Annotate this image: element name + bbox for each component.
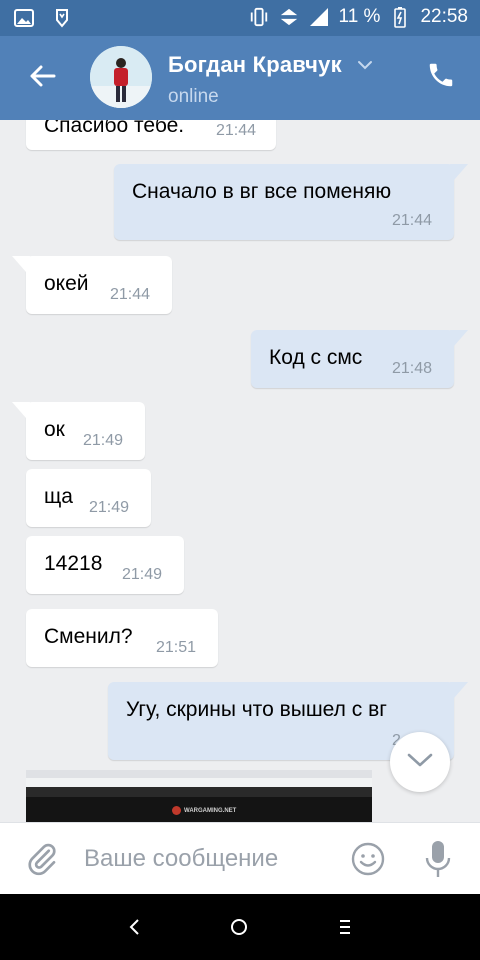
browser-address-bar: [26, 778, 372, 787]
message-time: 21:48: [392, 360, 433, 377]
message-text: 14218: [44, 552, 103, 575]
message-bubble-incoming[interactable]: ок 21:49: [26, 402, 145, 460]
wargaming-logo: WARGAMING.NET: [172, 806, 236, 815]
signal-icon: [309, 7, 329, 27]
message-time: 21:49: [83, 432, 124, 449]
attach-paperclip-icon[interactable]: [24, 841, 60, 877]
gallery-icon: [14, 8, 34, 28]
call-button[interactable]: [426, 60, 462, 96]
bubble-tail: [450, 164, 468, 180]
microphone-icon[interactable]: [420, 839, 456, 879]
message-text: окей: [44, 272, 89, 295]
message-composer: [0, 822, 480, 894]
battery-percent: 11 %: [338, 6, 381, 27]
vibrate-icon: [249, 7, 269, 27]
bubble-tail: [12, 402, 30, 418]
nav-menu-icon[interactable]: [332, 914, 358, 940]
message-time: 21:44: [216, 122, 257, 139]
message-text: Сначало в вг все поменяю: [132, 180, 392, 203]
status-time: 22:58: [420, 6, 468, 27]
bubble-tail: [450, 682, 468, 698]
wargaming-site-label: WARGAMING.NET: [184, 807, 237, 814]
message-bubble-incoming[interactable]: ща 21:49: [26, 469, 151, 527]
phone-icon: [426, 63, 456, 94]
message-time: 21:49: [89, 499, 130, 516]
back-button[interactable]: [18, 56, 66, 100]
browser-tabs-strip: [26, 770, 372, 778]
message-time: 21:51: [156, 639, 197, 656]
message-bubble-incoming[interactable]: 14218 21:49: [26, 536, 184, 594]
data-arrows-icon: [279, 7, 299, 27]
vk-notification-icon: [52, 8, 72, 28]
chevron-down-icon: [406, 751, 434, 774]
message-text: Код с смс: [269, 346, 363, 369]
battery-charging-icon: [390, 7, 410, 28]
system-nav-bar: [0, 894, 480, 960]
message-text: ок: [44, 418, 65, 441]
chat-header: Богдан Кравчук online: [0, 36, 480, 120]
back-arrow-icon: [28, 64, 56, 93]
photo-attachment[interactable]: WARGAMING.NET: [26, 770, 372, 822]
site-nav-bar: [26, 787, 372, 797]
message-time: 21:44: [110, 286, 151, 303]
message-bubble-incoming[interactable]: окей 21:44: [26, 256, 172, 314]
scroll-to-bottom-button[interactable]: [390, 732, 450, 792]
peer-status: online: [168, 86, 219, 107]
message-bubble-incoming[interactable]: Сменил? 21:51: [26, 609, 218, 667]
message-time: 21:44: [392, 212, 433, 229]
message-input[interactable]: [84, 837, 334, 881]
bubble-tail: [12, 256, 30, 272]
message-bubble-incoming[interactable]: Спасибо тебе. 21:44: [26, 120, 276, 150]
chevron-down-icon[interactable]: [356, 56, 374, 74]
message-time: 21:49: [122, 566, 163, 583]
emoji-icon[interactable]: [350, 841, 386, 877]
message-list[interactable]: Спасибо тебе. 21:44 Сначало в вг все пом…: [0, 120, 480, 822]
avatar[interactable]: [90, 46, 152, 108]
message-bubble-outgoing[interactable]: Сначало в вг все поменяю 21:44: [114, 164, 454, 240]
message-text: ща: [44, 485, 73, 508]
message-text: Сменил?: [44, 625, 133, 648]
wargaming-logo-mark: [172, 806, 181, 815]
status-bar: 11 % 22:58: [0, 0, 480, 36]
message-text: Угу, скрины что вышел с вг: [126, 698, 387, 721]
message-bubble-outgoing[interactable]: Код с смс 21:48: [251, 330, 454, 388]
bubble-tail: [450, 330, 468, 346]
nav-back-icon[interactable]: [122, 914, 148, 940]
nav-home-icon[interactable]: [226, 914, 252, 940]
peer-name[interactable]: Богдан Кравчук: [168, 52, 342, 78]
message-text: Спасибо тебе.: [44, 120, 185, 137]
